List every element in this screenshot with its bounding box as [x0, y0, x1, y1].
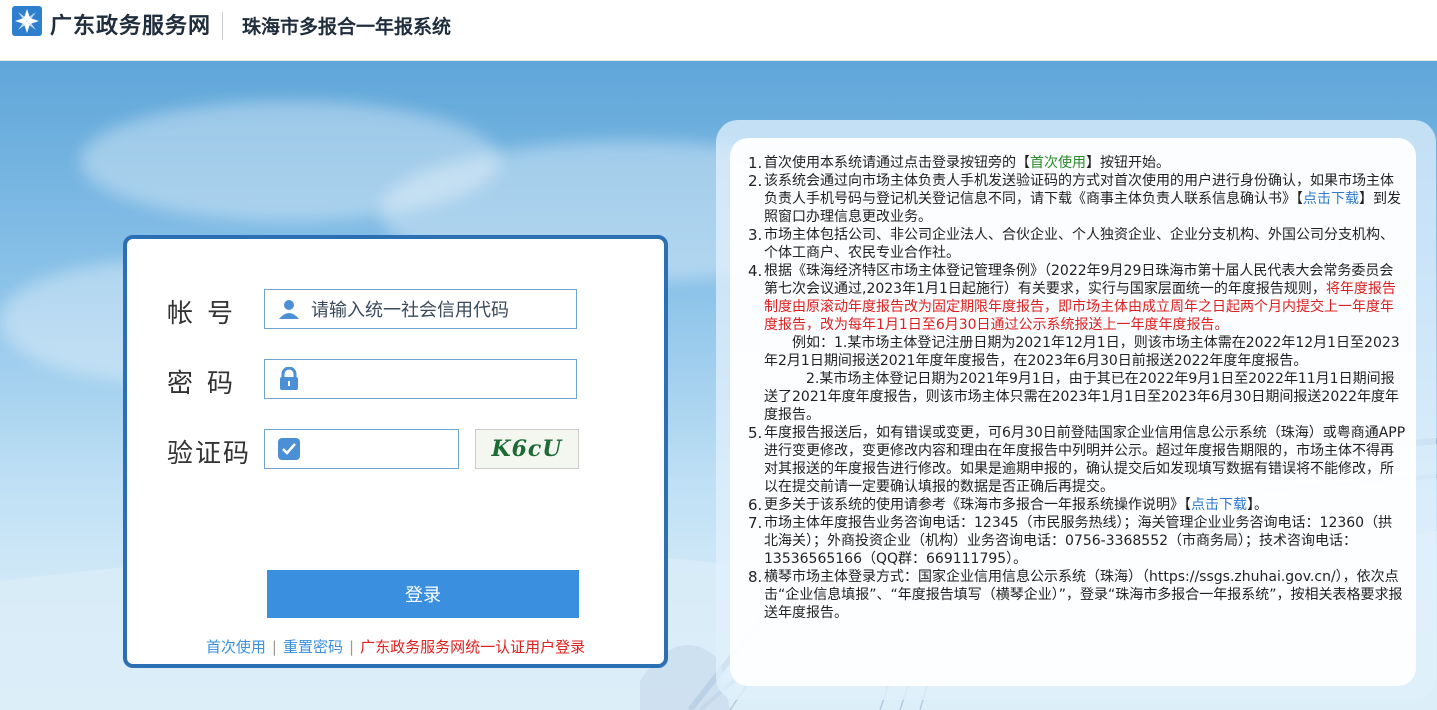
notice-item: 4. 根据《珠海经济特区市场主体登记管理条例》（2022年9月29日珠海市第十届…: [748, 262, 1396, 333]
notice-example-1: 例如：1.某市场主体登记注册日期为2021年12月1日，则该市场主体需在2022…: [764, 335, 1400, 369]
spacer: [472, 479, 577, 503]
download-manual-link[interactable]: 点击下载: [1191, 497, 1247, 513]
user-icon: [275, 295, 303, 323]
account-placeholder: 请输入统一社会信用代码: [311, 300, 509, 321]
login-button[interactable]: 登录: [267, 570, 579, 618]
notice-item: 6. 更多关于该系统的使用请参考《珠海市多报合一年报系统操作说明》【点击下载】。: [748, 496, 1268, 514]
download-form-link[interactable]: 点击下载: [1303, 191, 1359, 207]
checkbox-icon: [275, 435, 303, 463]
unified-login-link[interactable]: 广东政务服务网统一认证用户登录: [360, 638, 585, 656]
guangdong-logo-icon: [12, 6, 42, 36]
captcha-image[interactable]: K6cU: [475, 429, 579, 469]
notice-item: 3. 市场主体包括公司、非公司企业法人、合伙企业、个人独资企业、企业分支机构、外…: [748, 226, 1394, 261]
notice-list: 1. 首次使用本系统请通过点击登录按钮旁的【首次使用】按钮开始。 2. 该系统会…: [748, 154, 1406, 622]
first-use-notice-link[interactable]: 首次使用: [1030, 155, 1086, 171]
account-row: 帐号: [167, 293, 267, 330]
system-title: 珠海市多报合一年报系统: [242, 16, 452, 38]
brand-name: 广东政务服务网: [50, 14, 212, 39]
notice-item: 8. 横琴市场主体登录方式：国家企业信用信息公示系统（珠海）（https://s…: [748, 568, 1403, 621]
captcha-input[interactable]: [264, 429, 459, 469]
notice-example-2: 2.某市场主体登记日期为2021年9月1日，由于其已在2022年9月1日至202…: [764, 371, 1400, 423]
captcha-row: 验证码: [167, 433, 267, 470]
notice-item: 7. 市场主体年度报告业务咨询电话：12345（市民服务热线）；海关管理企业业务…: [748, 514, 1393, 567]
top-header: 广东政务服务网 珠海市多报合一年报系统: [0, 0, 1437, 61]
login-links: 首次使用 | 重置密码 | 广东政务服务网统一认证用户登录: [205, 638, 586, 656]
spacer: [147, 479, 257, 503]
notice-item: 2. 该系统会通过向市场主体负责人手机发送验证码的方式对首次使用的用户进行身份确…: [748, 172, 1401, 225]
password-label: 密码: [167, 369, 248, 399]
account-label: 帐号: [167, 299, 248, 329]
password-input[interactable]: [264, 359, 577, 399]
reset-password-link[interactable]: 重置密码: [283, 638, 343, 656]
lock-icon: [275, 365, 303, 393]
captcha-label: 验证码: [167, 439, 252, 469]
account-input[interactable]: 请输入统一社会信用代码: [264, 289, 577, 329]
header-divider: [222, 12, 223, 40]
notice-item: 1. 首次使用本系统请通过点击登录按钮旁的【首次使用】按钮开始。: [748, 154, 1170, 172]
password-row: 密码: [167, 363, 267, 400]
first-use-link[interactable]: 首次使用: [206, 638, 266, 656]
login-panel: 帐号 请输入统一社会信用代码 密码 验证码 K6cU 登录 首次使用 | 重置密码 |…: [123, 235, 668, 668]
notice-item: 5. 年度报告报送后，如有错误或变更，可6月30日前登陆国家企业信用信息公示系统…: [748, 424, 1406, 495]
